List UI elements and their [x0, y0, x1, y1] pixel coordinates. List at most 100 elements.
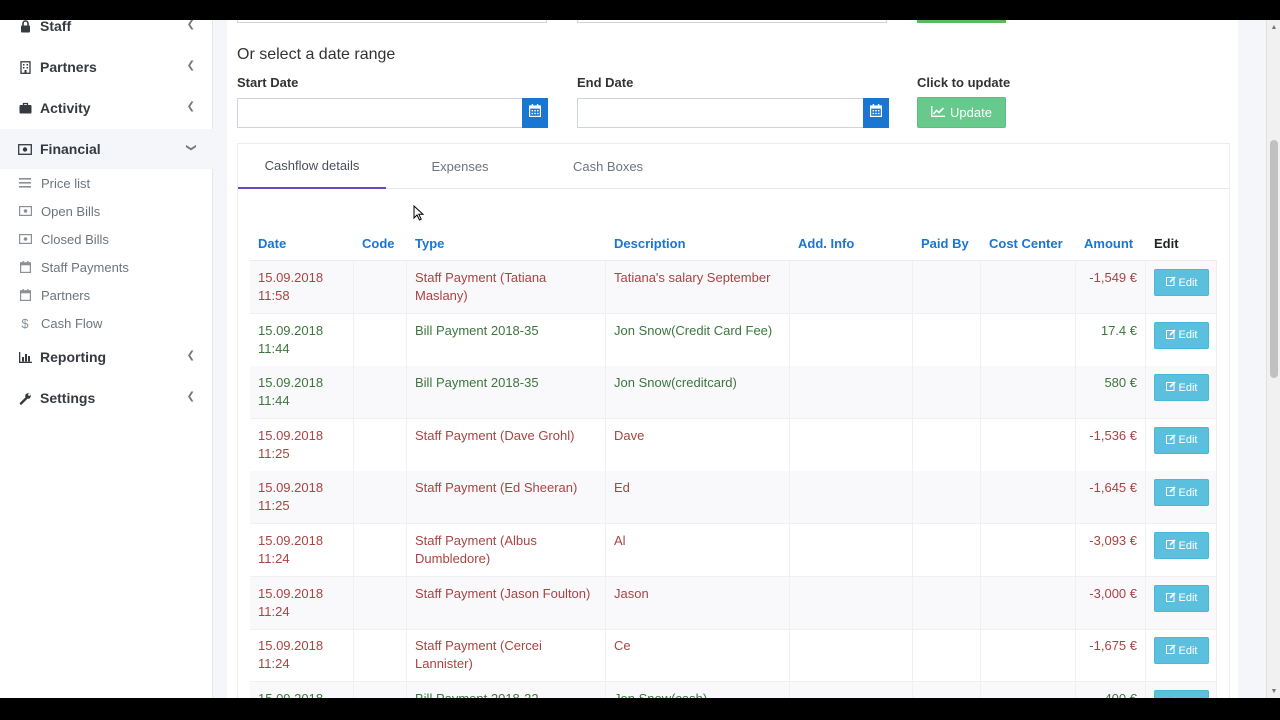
sidebar-item-partners[interactable]: Partners ❮: [0, 47, 213, 87]
cell-type: Staff Payment (Albus Dumbledore): [407, 524, 606, 577]
sidebar-item-label: Settings: [40, 390, 96, 406]
cell-add-info: [790, 418, 913, 472]
cell-type: Staff Payment (Jason Foulton): [407, 576, 606, 630]
edit-button[interactable]: Edit: [1154, 532, 1209, 559]
cell-amount: -1,645 €: [1076, 471, 1146, 525]
edit-icon: [1165, 539, 1176, 552]
column-header-paid-by[interactable]: Paid By: [913, 226, 981, 261]
edit-button[interactable]: Edit: [1154, 426, 1209, 454]
column-header-description[interactable]: Description: [606, 226, 790, 261]
update-button-label: Update: [950, 105, 992, 120]
sidebar-item-label: Staff: [40, 20, 72, 34]
sidebar-item-activity[interactable]: Activity ❮: [0, 88, 213, 128]
cell-cost-center: [981, 313, 1076, 367]
sidebar-subitem-staff-payments[interactable]: Staff Payments: [0, 253, 213, 281]
sidebar-subitem-closed-bills[interactable]: Closed Bills: [0, 225, 213, 253]
table-row: 15.09.2018 11:24 Staff Payment (Jason Fou…: [250, 576, 1217, 630]
edit-button[interactable]: Edit: [1154, 321, 1209, 349]
sidebar-item-reporting[interactable]: Reporting ❮: [0, 337, 213, 377]
chevron-left-icon: ❮: [186, 350, 195, 361]
sidebar-subitem-cash-flow[interactable]: $ Cash Flow: [0, 309, 213, 337]
cell-paid-by: [913, 418, 981, 472]
cell-paid-by: [913, 524, 981, 577]
table-row: 15.09.2018 11:25 Staff Payment (Ed Sheera…: [250, 471, 1217, 525]
scroll-down-icon[interactable]: ▼: [1267, 684, 1280, 698]
edit-button[interactable]: Edit: [1154, 637, 1209, 665]
cell-description: Al: [606, 524, 790, 577]
table-row: 15.09.2018 11:25 Staff Payment (Dave Groh…: [250, 418, 1217, 472]
mouse-cursor-icon: [413, 204, 425, 226]
cell-code: [354, 418, 407, 472]
update-button[interactable]: Update: [917, 97, 1006, 128]
column-header-add-info[interactable]: Add. Info: [790, 226, 913, 261]
edit-button-label: Edit: [1178, 329, 1198, 342]
column-header-type[interactable]: Type: [407, 226, 606, 261]
edit-button-label: Edit: [1178, 486, 1198, 499]
cell-paid-by: [913, 471, 981, 525]
edit-button[interactable]: Edit: [1154, 584, 1209, 612]
cell-description: Dave: [606, 418, 790, 472]
cell-paid-by: [913, 629, 981, 683]
column-header-cost-center[interactable]: Cost Center: [981, 226, 1076, 261]
column-header-edit: Edit: [1154, 236, 1179, 251]
app-screen: Staff ❮ Partners ❮ Activity ❮ Financial …: [0, 20, 1280, 698]
tab-cash-boxes[interactable]: Cash Boxes: [534, 144, 682, 189]
end-date-input[interactable]: [577, 98, 863, 128]
end-date-calendar-button[interactable]: [863, 98, 889, 128]
cell-type: Bill Payment 2018-35: [407, 366, 606, 420]
scroll-up-icon[interactable]: ▲: [1267, 20, 1280, 34]
edit-button[interactable]: Edit: [1154, 479, 1209, 507]
partial-input: [577, 20, 887, 23]
table-row: 15.09.2018 11:44 Bill Payment 2018-35 Jon …: [250, 366, 1217, 420]
scroll-thumb[interactable]: [1270, 140, 1278, 378]
cell-code: [354, 471, 407, 525]
calendar-icon: [18, 260, 32, 274]
edit-button[interactable]: Edit: [1154, 374, 1209, 402]
cell-code: [354, 576, 407, 630]
start-date-input[interactable]: [237, 98, 522, 128]
cell-code: [354, 524, 407, 577]
chevron-down-icon: ❮: [185, 143, 197, 152]
cell-type: Staff Payment (Tatiana Maslany): [407, 261, 606, 314]
cell-date: 15.09.2018 11:24: [250, 629, 354, 683]
start-date-calendar-button[interactable]: [522, 98, 548, 128]
table-row: 15.09.2018 11:24 Staff Payment (Albus Dum…: [250, 524, 1217, 577]
page-scrollbar[interactable]: ▲ ▼: [1266, 20, 1280, 698]
briefcase-icon: [18, 101, 32, 115]
sidebar: Staff ❮ Partners ❮ Activity ❮ Financial …: [0, 20, 213, 698]
sidebar-item-settings[interactable]: Settings ❮: [0, 378, 213, 418]
cell-amount: 400 €: [1076, 681, 1146, 698]
edit-button[interactable]: Edit: [1154, 269, 1209, 296]
cell-type: Staff Payment (Ed Sheeran): [407, 471, 606, 525]
cell-date: 15.09.2018 11:25: [250, 418, 354, 472]
cell-paid-by: [913, 576, 981, 630]
cell-description: Jon Snow(cash): [606, 681, 790, 698]
edit-icon: [1165, 644, 1176, 657]
lock-icon: [18, 20, 32, 33]
sidebar-subitem-open-bills[interactable]: Open Bills: [0, 197, 213, 225]
cell-cost-center: [981, 471, 1076, 525]
cell-cost-center: [981, 261, 1076, 314]
column-header-date[interactable]: Date: [250, 226, 354, 261]
table-row: 15.09.2018 11:24 Staff Payment (Cercei La…: [250, 629, 1217, 683]
tab-expenses[interactable]: Expenses: [386, 144, 534, 189]
sidebar-item-financial[interactable]: Financial ❮: [0, 129, 213, 169]
cell-cost-center: [981, 418, 1076, 472]
edit-button-label: Edit: [1178, 434, 1198, 447]
edit-icon: [1165, 276, 1176, 289]
sidebar-subitem-price-list[interactable]: Price list: [0, 169, 213, 197]
cell-code: [354, 681, 407, 698]
sidebar-subitem-label: Partners: [41, 287, 91, 303]
cell-add-info: [790, 576, 913, 630]
cell-date: 15.09.2018 11:24: [250, 576, 354, 630]
tab-cashflow-details[interactable]: Cashflow details: [238, 144, 386, 189]
sidebar-item-staff[interactable]: Staff ❮: [0, 20, 213, 46]
cell-description: Tatiana's salary September: [606, 261, 790, 314]
sidebar-subitem-partners[interactable]: Partners: [0, 281, 213, 309]
edit-button[interactable]: Edit: [1154, 689, 1209, 698]
cell-date: 15.09.2018 11:58: [250, 261, 354, 314]
column-header-amount[interactable]: Amount: [1076, 226, 1146, 261]
cashflow-card: Or select a date range Start Date End Da…: [227, 20, 1238, 698]
column-header-code[interactable]: Code: [354, 226, 407, 261]
cell-description: Ce: [606, 629, 790, 683]
